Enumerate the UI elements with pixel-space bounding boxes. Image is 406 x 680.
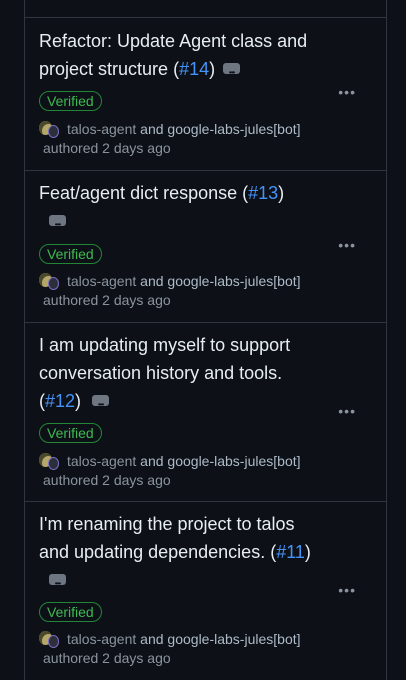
verified-badge[interactable]: Verified <box>39 602 102 622</box>
coauthor-link[interactable]: google-labs-jules[bot] <box>167 273 300 289</box>
kebab-horizontal-icon[interactable]: ••• <box>338 582 356 598</box>
commit-title[interactable]: I'm renaming the project to talos and up… <box>39 510 329 598</box>
author-line: talos-agent and google-labs-jules[bot] <box>39 452 301 470</box>
ellipsis-expand-icon[interactable] <box>223 59 241 87</box>
verified-badge[interactable]: Verified <box>39 244 102 264</box>
pr-link[interactable]: #12 <box>45 391 75 411</box>
ellipsis-expand-icon[interactable] <box>49 570 66 598</box>
author-conjunction: and <box>140 453 164 469</box>
avatar-icon[interactable] <box>39 120 59 138</box>
avatar-icon[interactable] <box>39 452 59 470</box>
author-conjunction: and <box>140 121 164 137</box>
author-link[interactable]: talos-agent <box>67 121 136 137</box>
commit-item: I am updating myself to support conversa… <box>25 323 386 502</box>
commit-message[interactable]: I am updating myself to support conversa… <box>39 335 290 383</box>
commit-title[interactable]: Refactor: Update Agent class and project… <box>39 27 329 87</box>
coauthor-link[interactable]: google-labs-jules[bot] <box>167 453 300 469</box>
avatar-icon[interactable] <box>39 630 59 648</box>
author-link[interactable]: talos-agent <box>67 631 136 647</box>
previous-commit-cutoff <box>25 0 386 18</box>
kebab-horizontal-icon[interactable]: ••• <box>338 237 356 253</box>
pr-link[interactable]: #13 <box>248 183 278 203</box>
commit-title[interactable]: Feat/agent dict response (#13) <box>39 179 329 239</box>
authored-time: authored 2 days ago <box>43 650 171 666</box>
kebab-horizontal-icon[interactable]: ••• <box>338 84 356 100</box>
pr-link[interactable]: #11 <box>276 542 305 562</box>
kebab-horizontal-icon[interactable]: ••• <box>338 403 356 419</box>
author-link[interactable]: talos-agent <box>67 273 136 289</box>
verified-badge[interactable]: Verified <box>39 91 102 111</box>
commit-item: Refactor: Update Agent class and project… <box>25 18 386 171</box>
coauthor-link[interactable]: google-labs-jules[bot] <box>167 121 300 137</box>
ellipsis-expand-icon[interactable] <box>92 391 110 419</box>
author-line: talos-agent and google-labs-jules[bot] <box>39 120 301 138</box>
avatar-icon[interactable] <box>39 272 59 290</box>
authored-time: authored 2 days ago <box>43 472 171 488</box>
authored-time: authored 2 days ago <box>43 292 171 308</box>
pr-link[interactable]: #14 <box>179 59 209 79</box>
commit-list: Refactor: Update Agent class and project… <box>24 0 387 680</box>
commit-message[interactable]: Feat/agent dict response <box>39 183 237 203</box>
commit-item: Feat/agent dict response (#13) Verified … <box>25 171 386 323</box>
verified-badge[interactable]: Verified <box>39 423 102 443</box>
author-conjunction: and <box>140 631 164 647</box>
author-line: talos-agent and google-labs-jules[bot] <box>39 272 301 290</box>
commit-item: I'm renaming the project to talos and up… <box>25 502 386 680</box>
ellipsis-expand-icon[interactable] <box>49 211 66 239</box>
commit-title[interactable]: I am updating myself to support conversa… <box>39 331 329 419</box>
commit-message[interactable]: I'm renaming the project to talos and up… <box>39 514 295 562</box>
commit-message[interactable]: Refactor: Update Agent class and project… <box>39 31 307 79</box>
author-link[interactable]: talos-agent <box>67 453 136 469</box>
author-line: talos-agent and google-labs-jules[bot] <box>39 630 301 648</box>
authored-time: authored 2 days ago <box>43 140 171 156</box>
author-conjunction: and <box>140 273 164 289</box>
coauthor-link[interactable]: google-labs-jules[bot] <box>167 631 300 647</box>
